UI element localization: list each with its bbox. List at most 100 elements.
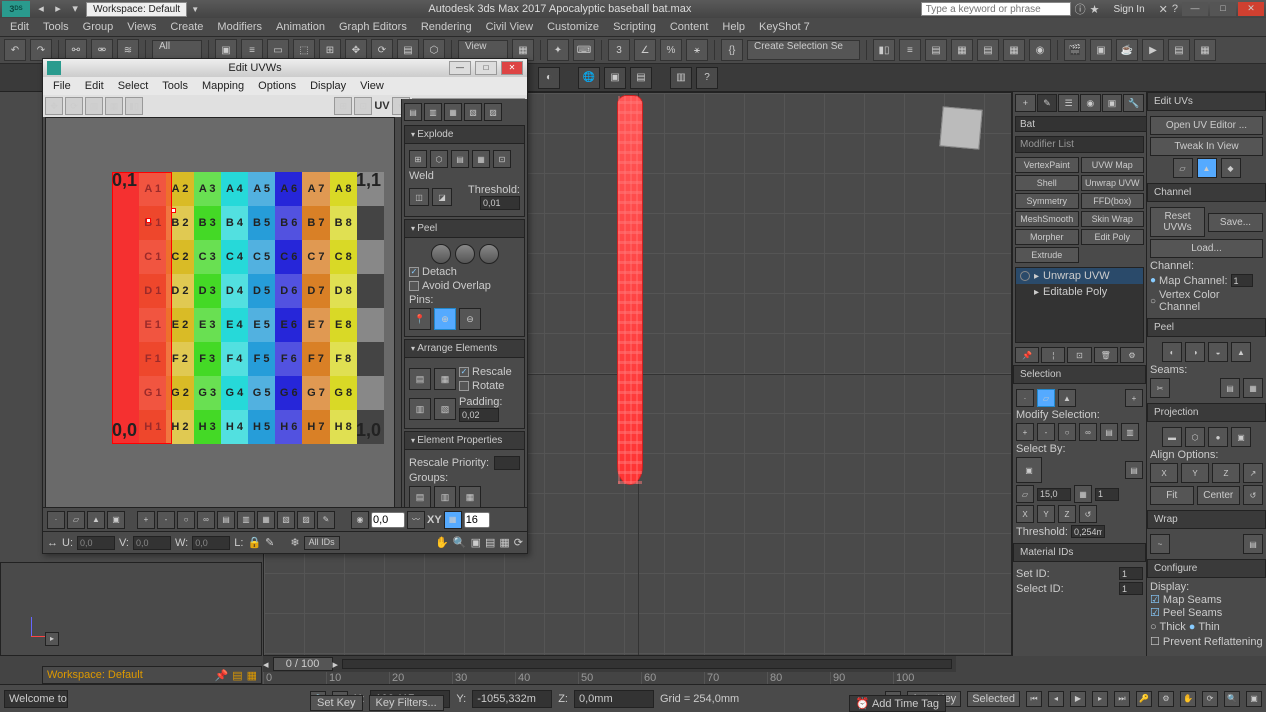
maximize-button[interactable]: □ xyxy=(1210,2,1236,16)
angle-snap-button[interactable]: ∠ xyxy=(634,39,656,61)
rollout-explode[interactable]: Explode xyxy=(404,125,525,144)
fit-button[interactable]: Fit xyxy=(1150,486,1194,505)
autodesk-button[interactable]: ▦ xyxy=(1194,39,1216,61)
zoom-region-button[interactable]: ▦ xyxy=(499,536,509,549)
menu-graph-editors[interactable]: Graph Editors xyxy=(333,19,413,35)
viewport-secondary[interactable] xyxy=(0,562,262,656)
quick-c-button[interactable]: ▦ xyxy=(444,103,462,121)
uvw-maximize-button[interactable]: □ xyxy=(475,61,497,75)
rescale-check[interactable] xyxy=(459,367,469,377)
align-button[interactable]: ≡ xyxy=(899,39,921,61)
uvw-freeform-button[interactable]: ▦ xyxy=(105,97,123,115)
ref-coord-dropdown[interactable]: View xyxy=(458,40,508,60)
subobj-vertex[interactable]: · xyxy=(1016,389,1034,407)
v-input[interactable] xyxy=(133,536,171,550)
redo-history-icon[interactable]: ▸ xyxy=(51,2,65,16)
loop-button[interactable]: ∞ xyxy=(1079,423,1097,441)
allids-dropdown[interactable]: All IDs xyxy=(304,536,340,550)
uvw-grid-b-button[interactable]: ⊡ xyxy=(354,97,372,115)
tool-a-button[interactable]: ▣ xyxy=(604,67,626,89)
modifier-stack[interactable]: ▸ Unwrap UVW ▸ Editable Poly xyxy=(1015,267,1144,343)
uvw-move-button[interactable]: ✥ xyxy=(45,97,63,115)
pan-button[interactable]: ✋ xyxy=(435,536,449,549)
seam-a-button[interactable]: ✂ xyxy=(1150,378,1170,398)
scene-explorer-button[interactable]: ▤ xyxy=(1168,39,1190,61)
ws-a-icon[interactable]: ▤ xyxy=(232,669,242,682)
detach-check[interactable] xyxy=(409,267,419,277)
help-search-input[interactable] xyxy=(921,2,1071,16)
shrink-button[interactable]: - xyxy=(1037,423,1055,441)
tool-c-button[interactable]: ▥ xyxy=(670,67,692,89)
threshold-input[interactable] xyxy=(1071,525,1105,538)
signin-link[interactable]: Sign In xyxy=(1114,4,1145,15)
avoid-overlap-check[interactable] xyxy=(409,281,419,291)
layers-button[interactable]: ▤ xyxy=(925,39,947,61)
u-input[interactable] xyxy=(77,536,115,550)
map-seams-check[interactable]: Map Seams xyxy=(1150,593,1263,606)
explode-e-button[interactable]: ⊡ xyxy=(493,150,511,168)
uvw-menu-display[interactable]: Display xyxy=(304,79,352,93)
material-editor-button[interactable]: ◉ xyxy=(1029,39,1051,61)
exchange-icon[interactable]: ✕ xyxy=(1159,3,1168,16)
planar-angle-input[interactable] xyxy=(1037,488,1071,501)
sel-a2-button[interactable]: + xyxy=(137,511,155,529)
tab-modify[interactable]: ✎ xyxy=(1037,94,1058,112)
snap-button[interactable]: 3 xyxy=(608,39,630,61)
rollout-peel2[interactable]: Peel xyxy=(1147,318,1266,337)
thin-radio[interactable]: Thin xyxy=(1189,621,1220,633)
load-uvws-button[interactable]: Load... xyxy=(1150,239,1263,258)
axis-z-button[interactable]: Z xyxy=(1058,505,1076,523)
planar-button[interactable]: ▱ xyxy=(1016,485,1034,503)
soft-value-input[interactable] xyxy=(371,512,405,528)
sel-c2-button[interactable]: ○ xyxy=(177,511,195,529)
help-context-button[interactable]: ? xyxy=(696,67,718,89)
zoom-ext-button[interactable]: ▣ xyxy=(471,536,481,549)
uvw-rotate-button[interactable]: ⟳ xyxy=(65,97,83,115)
named-sel-dropdown[interactable]: Create Selection Se xyxy=(747,40,860,60)
time-next-button[interactable]: ▸ xyxy=(333,658,339,671)
mod-extrude[interactable]: Extrude xyxy=(1015,247,1079,263)
sel-h2-button[interactable]: ▧ xyxy=(277,511,295,529)
proj-sphere-button[interactable]: ● xyxy=(1208,427,1228,447)
seam-c-button[interactable]: ▦ xyxy=(1243,378,1263,398)
peel-c-button[interactable]: ◒ xyxy=(1208,342,1228,362)
peel-quick-button[interactable] xyxy=(431,244,451,264)
mod-meshsmooth[interactable]: MeshSmooth xyxy=(1015,211,1079,227)
brush-a-button[interactable]: ✎ xyxy=(265,536,274,549)
peel-d-button[interactable]: ▲ xyxy=(1231,342,1251,362)
percent-snap-button[interactable]: % xyxy=(660,39,682,61)
pack-a-button[interactable]: ▤ xyxy=(409,368,431,390)
tab-display[interactable]: ▣ xyxy=(1102,94,1123,112)
axis-reset-button[interactable]: ↺ xyxy=(1079,505,1097,523)
uvw-menu-file[interactable]: File xyxy=(47,79,77,93)
rollout-peel[interactable]: Peel xyxy=(404,219,525,238)
rollout-channel[interactable]: Channel xyxy=(1147,183,1266,202)
center-button[interactable]: Center xyxy=(1197,486,1241,505)
tool-b-button[interactable]: ▤ xyxy=(630,67,652,89)
help-icon[interactable]: ? xyxy=(1172,3,1178,15)
wrap-button[interactable]: ~ xyxy=(1150,534,1170,554)
sel-count-input[interactable] xyxy=(1095,488,1119,501)
proj-planar-button[interactable]: ▬ xyxy=(1162,427,1182,447)
play-button[interactable]: ▶ xyxy=(1070,691,1086,707)
mod-editpoly[interactable]: Edit Poly xyxy=(1081,229,1145,245)
graphite-button[interactable]: ◐ xyxy=(538,67,560,89)
rescale-priority-input[interactable] xyxy=(494,456,520,470)
mod-uvwmap[interactable]: UVW Map xyxy=(1081,157,1145,173)
object-name-input[interactable] xyxy=(1015,116,1146,132)
rollout-arrange[interactable]: Arrange Elements xyxy=(404,339,525,358)
nav-max-button[interactable]: ▣ xyxy=(1246,691,1262,707)
render-setup-button[interactable]: 🎬 xyxy=(1064,39,1086,61)
mod-skinwrap[interactable]: Skin Wrap xyxy=(1081,211,1145,227)
menu-customize[interactable]: Customize xyxy=(541,19,605,35)
quickplanar-2-button[interactable]: ▲ xyxy=(1197,158,1217,178)
sel-b2-button[interactable]: - xyxy=(157,511,175,529)
nav-pan-button[interactable]: ✋ xyxy=(1180,691,1196,707)
selected-dropdown[interactable]: Selected xyxy=(967,691,1020,707)
uvw-menu-tools[interactable]: Tools xyxy=(156,79,194,93)
setid-input[interactable] xyxy=(1119,567,1143,580)
lock-button[interactable]: 🔒 xyxy=(247,536,261,549)
sel-e2-button[interactable]: ▤ xyxy=(217,511,235,529)
time-prev-button[interactable]: ◂ xyxy=(263,658,269,671)
menu-animation[interactable]: Animation xyxy=(270,19,331,35)
